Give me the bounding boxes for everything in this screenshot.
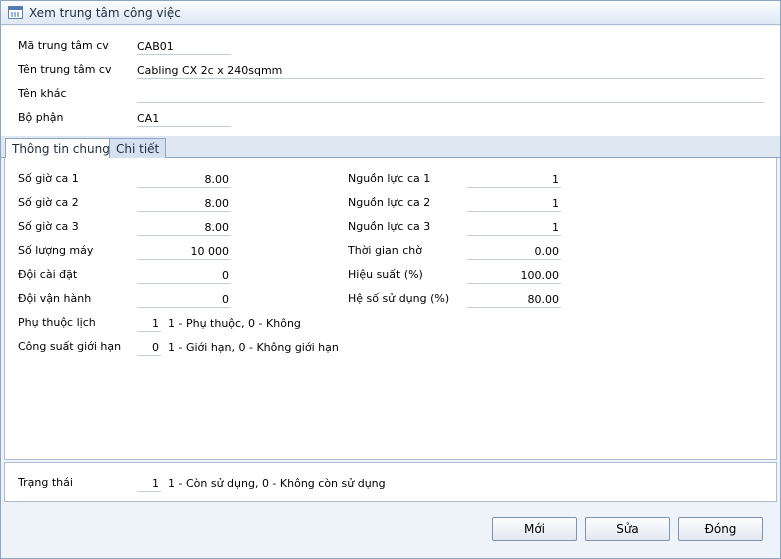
- close-button[interactable]: Đóng: [678, 517, 763, 541]
- code-row: Mã trung tâm cv CAB01: [18, 37, 768, 55]
- machine-count-label: Số lượng máy: [18, 244, 94, 257]
- efficiency-row: Hiệu suất (%) 100.00: [348, 266, 578, 284]
- shift2-hours-row: Số giờ ca 2 8.00: [18, 194, 248, 212]
- shift2-hours-field[interactable]: 8.00: [137, 194, 231, 212]
- button-bar: Mới Sửa Đóng: [1, 503, 780, 558]
- resource-shift3-field[interactable]: 1: [467, 218, 561, 236]
- resource-shift1-label: Nguồn lực ca 1: [348, 172, 431, 185]
- tab-general[interactable]: Thông tin chung: [5, 138, 117, 159]
- resource-shift2-field[interactable]: 1: [467, 194, 561, 212]
- shift1-hours-field[interactable]: 8.00: [137, 170, 231, 188]
- operation-team-row: Đội vận hành 0: [18, 290, 248, 308]
- wait-time-label: Thời gian chờ: [348, 244, 422, 257]
- shift3-hours-row: Số giờ ca 3 8.00: [18, 218, 248, 236]
- status-label: Trạng thái: [18, 476, 73, 489]
- code-field[interactable]: CAB01: [137, 37, 231, 55]
- calendar-hint: 1 - Phụ thuộc, 0 - Không: [168, 317, 301, 330]
- operation-team-field[interactable]: 0: [137, 290, 231, 308]
- resource-shift1-field[interactable]: 1: [467, 170, 561, 188]
- capacity-hint: 1 - Giới hạn, 0 - Không giới hạn: [168, 341, 339, 354]
- department-row: Bộ phận CA1: [18, 109, 768, 127]
- wait-time-row: Thời gian chờ 0.00: [348, 242, 578, 260]
- other-name-label: Tên khác: [18, 87, 67, 100]
- capacity-field[interactable]: 0: [137, 338, 161, 356]
- other-name-field[interactable]: [137, 85, 764, 103]
- new-button[interactable]: Mới: [492, 517, 577, 541]
- shift2-hours-label: Số giờ ca 2: [18, 196, 79, 209]
- shift3-hours-field[interactable]: 8.00: [137, 218, 231, 236]
- wait-time-field[interactable]: 0.00: [467, 242, 561, 260]
- edit-button[interactable]: Sửa: [585, 517, 670, 541]
- status-row: Trạng thái 1 1 - Còn sử dụng, 0 - Không …: [18, 474, 518, 492]
- department-label: Bộ phận: [18, 111, 64, 124]
- name-row: Tên trung tâm cv Cabling CX 2c x 240sqmm: [18, 61, 768, 79]
- header-section: Mã trung tâm cv CAB01 Tên trung tâm cv C…: [1, 26, 780, 136]
- efficiency-field[interactable]: 100.00: [467, 266, 561, 284]
- status-field[interactable]: 1: [137, 474, 161, 492]
- tab-details[interactable]: Chi tiết: [109, 138, 167, 159]
- setup-team-row: Đội cài đặt 0: [18, 266, 248, 284]
- name-field[interactable]: Cabling CX 2c x 240sqmm: [137, 61, 764, 79]
- calendar-label: Phụ thuộc lịch: [18, 316, 96, 329]
- setup-team-field[interactable]: 0: [137, 266, 231, 284]
- calendar-row: Phụ thuộc lịch 1 1 - Phụ thuộc, 0 - Khôn…: [18, 314, 418, 332]
- name-label: Tên trung tâm cv: [18, 63, 112, 76]
- status-section: Trạng thái 1 1 - Còn sử dụng, 0 - Không …: [4, 462, 777, 502]
- calendar-field[interactable]: 1: [137, 314, 161, 332]
- table-window-icon: [8, 6, 23, 19]
- utilization-field[interactable]: 80.00: [467, 290, 561, 308]
- resource-shift2-label: Nguồn lực ca 2: [348, 196, 431, 209]
- utilization-row: Hệ số sử dụng (%) 80.00: [348, 290, 578, 308]
- capacity-label: Công suất giới hạn: [18, 340, 122, 353]
- machine-count-row: Số lượng máy 10 000: [18, 242, 248, 260]
- resource-shift3-label: Nguồn lực ca 3: [348, 220, 431, 233]
- machine-count-field[interactable]: 10 000: [137, 242, 231, 260]
- dialog-window: Xem trung tâm công việc Mã trung tâm cv …: [0, 0, 781, 559]
- window-title: Xem trung tâm công việc: [29, 6, 181, 20]
- tab-strip: Thông tin chung Chi tiết: [1, 136, 780, 159]
- department-field[interactable]: CA1: [137, 109, 231, 127]
- status-hint: 1 - Còn sử dụng, 0 - Không còn sử dụng: [168, 477, 386, 490]
- resource-shift3-row: Nguồn lực ca 3 1: [348, 218, 578, 236]
- utilization-label: Hệ số sử dụng (%): [348, 292, 450, 305]
- code-label: Mã trung tâm cv: [18, 39, 109, 52]
- efficiency-label: Hiệu suất (%): [348, 268, 423, 281]
- resource-shift1-row: Nguồn lực ca 1 1: [348, 170, 578, 188]
- shift1-hours-row: Số giờ ca 1 8.00: [18, 170, 248, 188]
- setup-team-label: Đội cài đặt: [18, 268, 78, 281]
- other-name-row: Tên khác: [18, 85, 768, 103]
- resource-shift2-row: Nguồn lực ca 2 1: [348, 194, 578, 212]
- shift3-hours-label: Số giờ ca 3: [18, 220, 79, 233]
- capacity-row: Công suất giới hạn 0 1 - Giới hạn, 0 - K…: [18, 338, 418, 356]
- general-panel: Số giờ ca 1 8.00 Số giờ ca 2 8.00 Số giờ…: [4, 158, 777, 460]
- title-bar[interactable]: Xem trung tâm công việc: [1, 1, 780, 25]
- operation-team-label: Đội vận hành: [18, 292, 92, 305]
- shift1-hours-label: Số giờ ca 1: [18, 172, 79, 185]
